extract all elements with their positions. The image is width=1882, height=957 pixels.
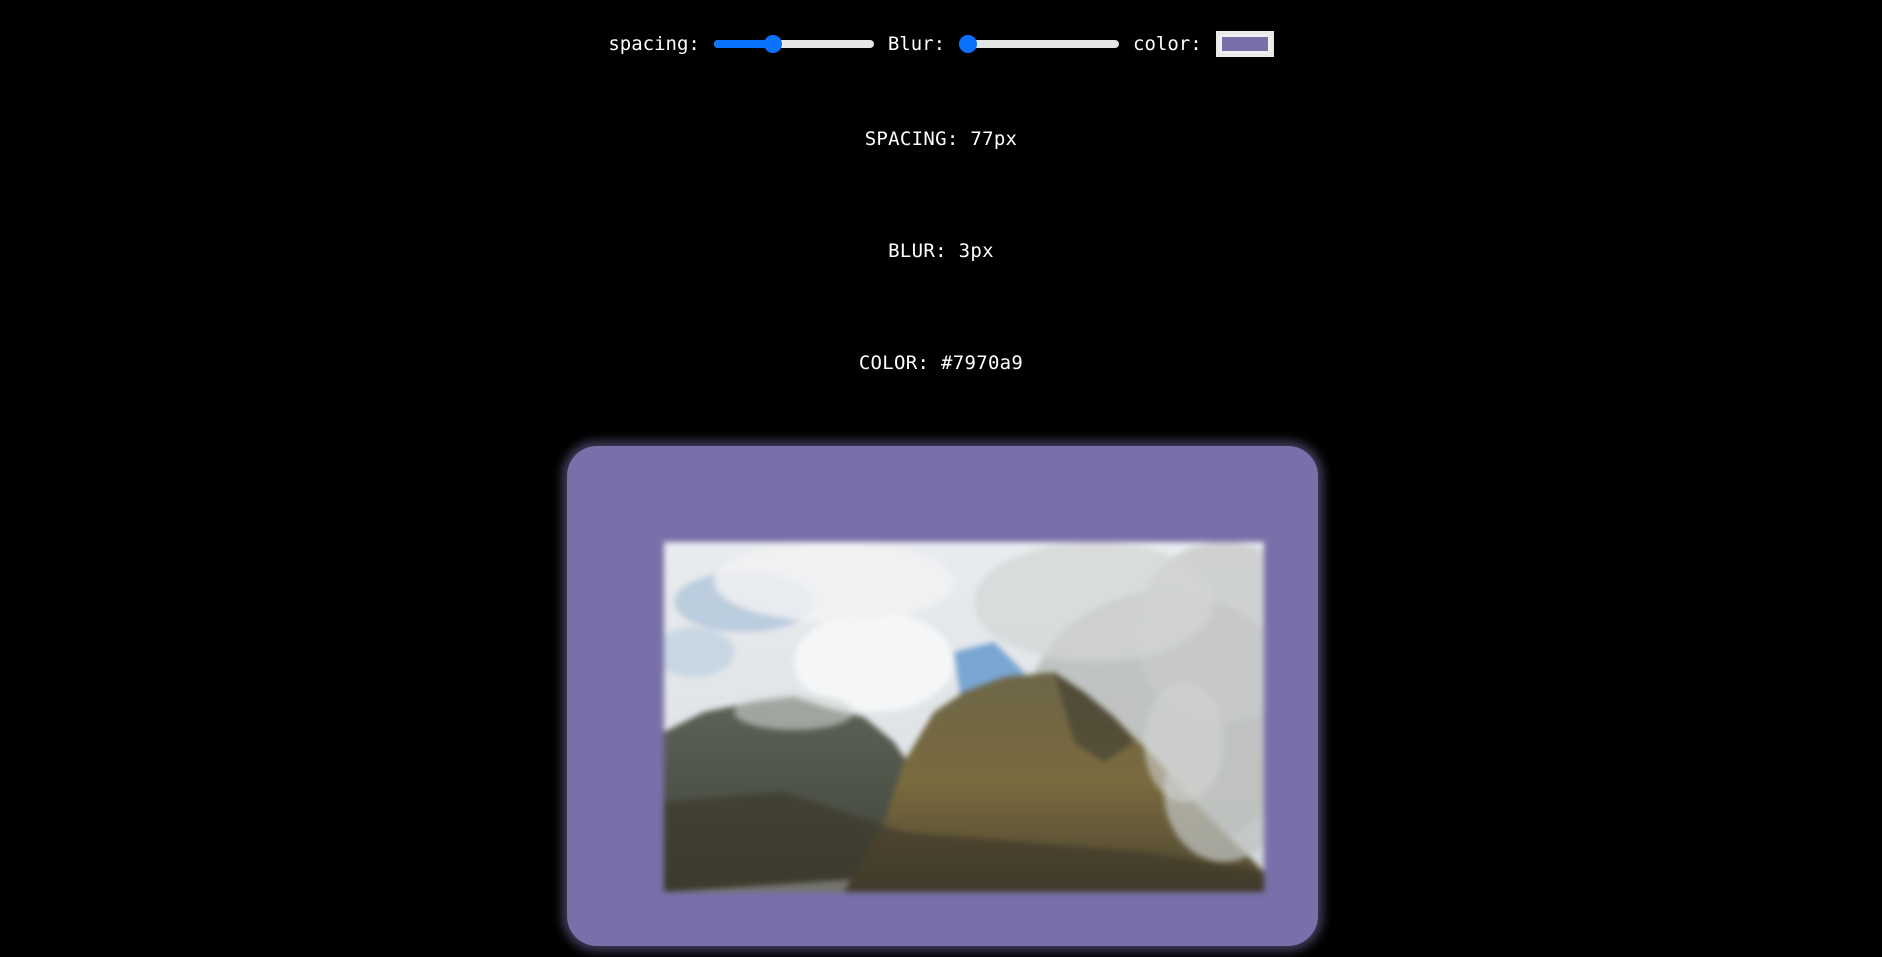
mountain-photo [664,542,1264,892]
controls-bar: spacing: Blur: color: [0,26,1882,62]
color-picker-swatch [1221,37,1268,51]
spacing-label: spacing: [608,33,700,55]
blur-label: Blur: [887,33,946,55]
blur-slider-thumb[interactable] [959,35,978,53]
color-readout: COLOR: #7970a9 [858,352,1024,374]
color-label: color: [1133,33,1202,55]
blur-slider[interactable] [959,34,1120,54]
spacing-slider-thumb[interactable] [763,35,782,53]
color-picker[interactable] [1215,31,1274,57]
spacing-readout: SPACING: 77px [864,128,1018,150]
spacing-slider[interactable] [713,34,874,54]
mountain-image [664,542,1264,892]
blur-readout: BLUR: 3px [888,240,994,262]
blur-slider-track [959,40,1120,48]
